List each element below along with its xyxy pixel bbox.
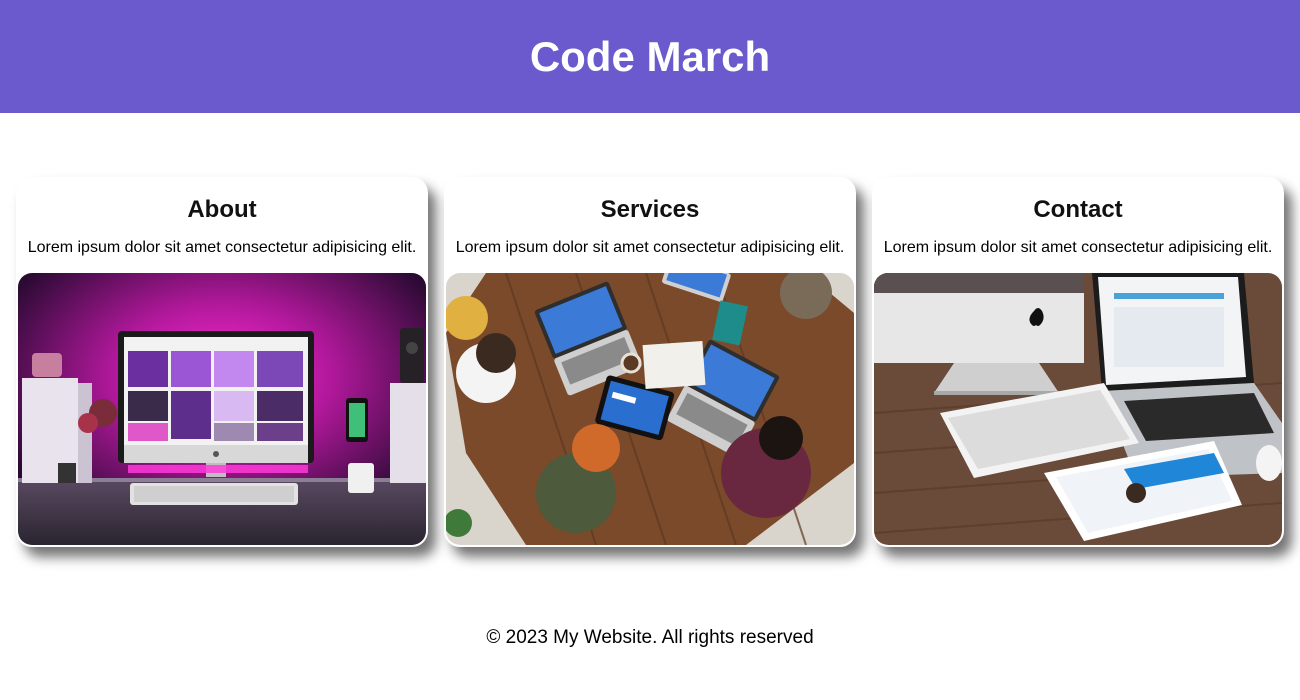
card-contact: Contact Lorem ipsum dolor sit amet conse… [872, 177, 1284, 547]
card-text: Lorem ipsum dolor sit amet consectetur a… [455, 239, 845, 256]
copyright-text: © 2023 My Website. All rights reserved [486, 627, 814, 648]
card-text: Lorem ipsum dolor sit amet consectetur a… [883, 239, 1273, 256]
cards-section: About Lorem ipsum dolor sit amet consect… [16, 177, 1284, 547]
site-title: Code March [529, 32, 771, 80]
site-footer: © 2023 My Website. All rights reserved [0, 626, 1300, 650]
card-services: Services Lorem ipsum dolor sit amet cons… [444, 177, 856, 547]
card-about: About Lorem ipsum dolor sit amet consect… [16, 177, 428, 547]
card-text: Lorem ipsum dolor sit amet consectetur a… [27, 239, 417, 256]
desk-computer-image [18, 273, 426, 545]
card-title: Contact [1033, 196, 1123, 223]
team-meeting-image [446, 273, 854, 545]
card-title: Services [600, 196, 700, 223]
apple-devices-image [874, 273, 1282, 545]
site-header: Code March [0, 0, 1300, 113]
card-title: About [187, 196, 257, 223]
